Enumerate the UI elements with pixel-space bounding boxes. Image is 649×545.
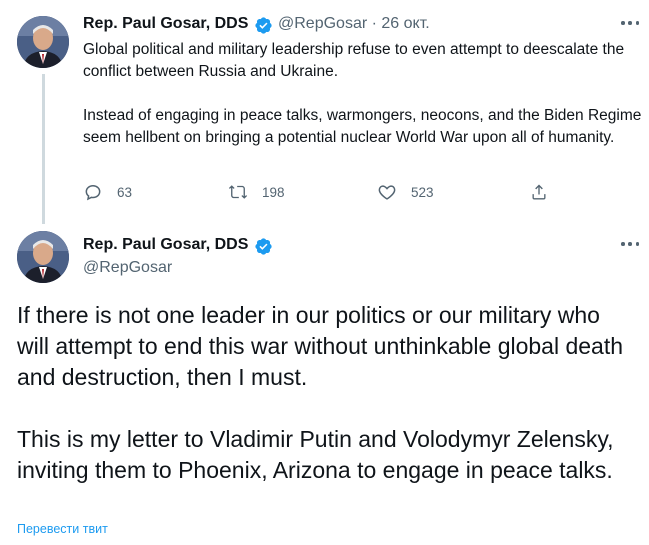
share-icon	[532, 184, 546, 200]
translate-tweet-link[interactable]: Перевести твит	[17, 522, 108, 536]
avatar-image	[17, 16, 69, 68]
tweet-actions: 63 198 523	[83, 182, 553, 206]
tweet-paragraph: This is my letter to Vladimir Putin and …	[17, 426, 614, 483]
share-button[interactable]	[529, 182, 563, 202]
reply-count: 63	[117, 184, 133, 200]
reply-icon	[85, 184, 101, 201]
tweet-paragraph: Global political and military leadership…	[83, 41, 625, 80]
verified-badge-icon	[255, 238, 272, 255]
retweet-button[interactable]: 198	[228, 182, 285, 202]
author-handle[interactable]: @RepGosar	[83, 259, 172, 277]
verified-badge-icon	[255, 17, 272, 34]
more-icon[interactable]	[621, 241, 639, 247]
retweet-count: 198	[262, 184, 285, 200]
avatar[interactable]	[17, 16, 69, 68]
tweet-text: If there is not one leader in our politi…	[17, 300, 637, 517]
tweet-text: Global political and military leadership…	[83, 39, 643, 171]
author-handle[interactable]: @RepGosar · 26 окт.	[278, 15, 430, 33]
more-icon[interactable]	[621, 20, 639, 26]
author-name[interactable]: Rep. Paul Gosar, DDS	[83, 236, 248, 254]
retweet-icon	[228, 185, 248, 199]
avatar[interactable]	[17, 231, 69, 283]
like-icon	[378, 185, 396, 200]
like-button[interactable]: 523	[377, 182, 434, 202]
avatar-image	[17, 231, 69, 283]
tweet-paragraph: Instead of engaging in peace talks, warm…	[83, 107, 642, 146]
tweet-date[interactable]: 26 окт.	[381, 15, 429, 32]
reply-button[interactable]: 63	[83, 182, 132, 202]
thread-line	[42, 74, 45, 224]
separator: ·	[371, 15, 377, 32]
author-name[interactable]: Rep. Paul Gosar, DDS	[83, 15, 248, 33]
handle-text: @RepGosar	[278, 15, 368, 32]
like-count: 523	[411, 184, 434, 200]
tweet-paragraph: If there is not one leader in our politi…	[17, 302, 624, 390]
